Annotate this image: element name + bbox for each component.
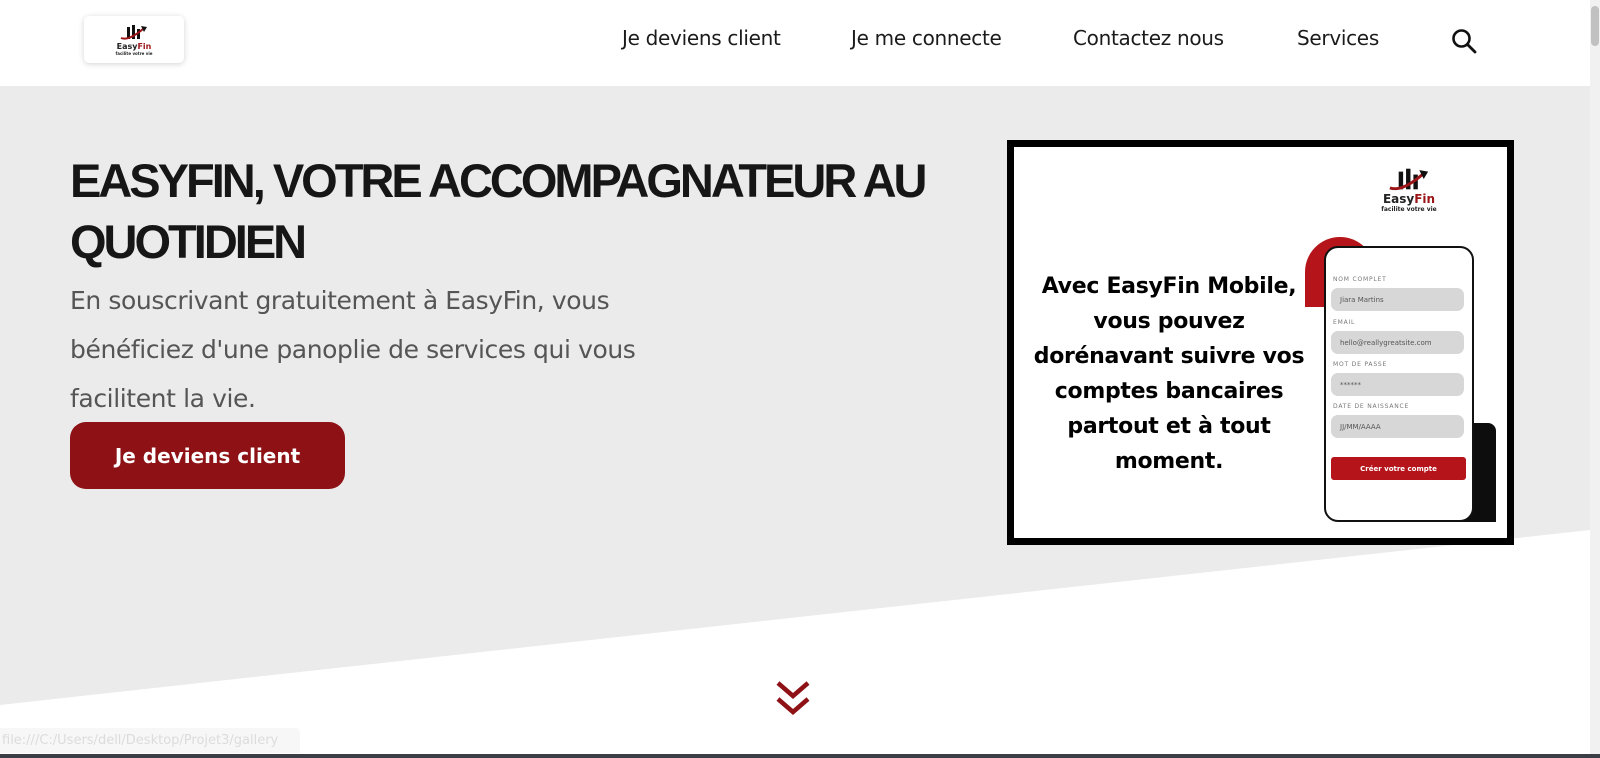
- nav-services[interactable]: Services: [1297, 26, 1379, 56]
- phone-field: ******: [1331, 373, 1464, 396]
- scrollbar-thumb[interactable]: [1591, 6, 1599, 46]
- hero-title: EASYFIN, VOTRE ACCOMPAGNATEUR AU QUOTIDI…: [70, 154, 927, 268]
- page-scrollbar[interactable]: [1590, 0, 1600, 758]
- phone-mockup: NOM COMPLET Jiara Martins EMAIL hello@re…: [1324, 246, 1474, 522]
- promo-text: Avec EasyFin Mobile, vous pouvez dorénav…: [1033, 274, 1305, 474]
- logo-name: EasyFin: [116, 42, 152, 51]
- nav-je-me-connecte[interactable]: Je me connecte: [851, 26, 1002, 56]
- page: EasyFin facilite votre vie Je deviens cl…: [0, 0, 1600, 758]
- window-bottom-edge: [0, 754, 1600, 758]
- nav-contactez-nous[interactable]: Contactez nous: [1073, 26, 1224, 56]
- phone-field-label: EMAIL: [1333, 319, 1356, 326]
- hero-description: En souscrivant gratuitement à EasyFin, v…: [70, 286, 636, 413]
- promo-logo-name: EasyFin: [1382, 192, 1436, 206]
- hero-diagonal-divider: [0, 530, 1590, 758]
- promo-logo-tagline: facilite votre vie: [1381, 206, 1437, 213]
- phone-field-label: NOM COMPLET: [1333, 276, 1387, 283]
- search-icon[interactable]: [1450, 27, 1478, 55]
- phone-create-account-button: Créer votre compte: [1331, 457, 1466, 480]
- je-deviens-client-button[interactable]: Je deviens client: [70, 422, 345, 489]
- phone-field: JJ/MM/AAAA: [1331, 415, 1464, 438]
- double-chevron-down-icon[interactable]: [775, 680, 811, 718]
- browser-status-url: file:///C:/Users/dell/Desktop/Projet3/ga…: [0, 728, 300, 753]
- logo-chart-icon: [120, 25, 147, 40]
- promo-card: EasyFin facilite votre vie Avec EasyFin …: [1007, 140, 1514, 545]
- phone-field-label: MOT DE PASSE: [1333, 361, 1388, 368]
- logo-chart-icon: [1389, 168, 1429, 191]
- logo-tagline: facilite votre vie: [115, 51, 153, 56]
- nav-je-deviens-client[interactable]: Je deviens client: [622, 26, 781, 56]
- phone-field: Jiara Martins: [1331, 288, 1464, 311]
- phone-field: hello@reallygreatsite.com: [1331, 331, 1464, 354]
- phone-field-label: DATE DE NAISSANCE: [1333, 403, 1410, 410]
- easyfin-logo[interactable]: EasyFin facilite votre vie: [84, 16, 184, 63]
- promo-logo: EasyFin facilite votre vie: [1369, 165, 1449, 213]
- site-header: EasyFin facilite votre vie Je deviens cl…: [0, 0, 1590, 86]
